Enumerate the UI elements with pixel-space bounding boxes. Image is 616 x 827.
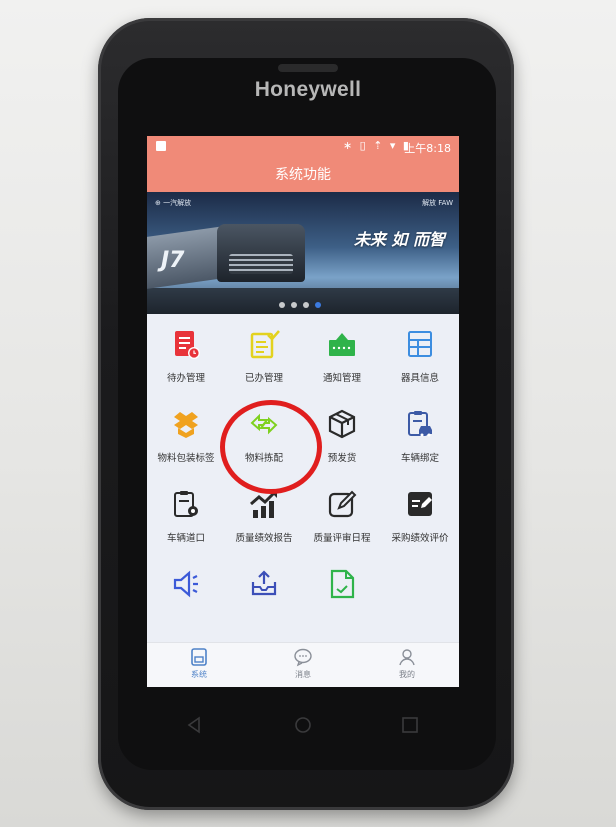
menu-item-todo[interactable]: 待办管理 [147,314,225,394]
menu-item-notice[interactable]: 通知管理 [303,314,381,394]
home-key-icon[interactable] [292,714,314,736]
menu-item-document[interactable] [303,554,381,634]
banner-carousel[interactable]: J7 ⊕ 一汽解放 解放 FAW 未来 如 而智 [147,192,459,314]
page-title: 系统功能 [147,158,459,192]
system-icon [191,648,207,666]
carousel-indicator[interactable] [279,302,329,310]
carousel-dot[interactable] [303,302,309,308]
tab-label: 消息 [295,670,311,679]
highlight-annotation-circle [220,400,322,494]
cube-box-icon [328,409,356,439]
status-time: 上午8:18 [404,142,451,155]
upload-tray-icon [251,570,277,596]
message-icon [294,648,312,667]
rating-card-icon [408,492,432,516]
menu-item-purchase-rating[interactable]: 采购绩效评价 [381,474,459,554]
menu-label: 质量绩效报告 [235,533,293,544]
carousel-dot[interactable] [279,302,285,308]
vehicle-gate-icon [174,491,198,517]
carousel-dot[interactable] [291,302,297,308]
tab-profile[interactable]: 我的 [355,647,459,687]
menu-label: 待办管理 [166,373,205,384]
menu-label: 车辆道口 [166,533,205,544]
menu-item-vehicle-binding[interactable]: 车辆绑定 [381,394,459,474]
speaker-icon [173,570,198,598]
edit-note-icon [328,490,357,518]
green-doc-icon [330,569,355,599]
tab-system[interactable]: 系统 [147,647,251,687]
tab-messages[interactable]: 消息 [251,647,355,687]
todo-doc-icon [175,331,200,359]
brand-logo: Honeywell [254,78,362,101]
package-box-icon [174,412,198,438]
menu-label: 物料包装标签 [157,453,215,464]
back-key-icon[interactable] [183,714,205,736]
done-doc-icon [250,330,280,359]
status-icons: ∗ ▯ ⇡ ▾ ▮ [342,139,411,152]
banner-brand-left: ⊕ 一汽解放 [155,199,192,207]
tab-label: 系统 [191,670,207,679]
bottom-tab-bar: 系统 消息 我的 [147,642,459,687]
menu-item-equipment[interactable]: 器具信息 [381,314,459,394]
earpiece-speaker [278,64,338,72]
android-nav-keys [147,706,459,746]
menu-item-vehicle-gate[interactable]: 车辆道口 [147,474,225,554]
menu-label: 车辆绑定 [400,453,439,464]
menu-label: 器具信息 [400,373,439,384]
profile-icon [399,649,415,666]
recents-key-icon[interactable] [399,714,421,736]
truck-grill [229,254,293,274]
menu-label: 采购绩效评价 [391,533,449,544]
notification-icon [156,141,166,151]
menu-item-quality-review[interactable]: 质量评审日程 [303,474,381,554]
notice-box-icon [329,333,355,356]
menu-item-package-label[interactable]: 物料包装标签 [147,394,225,474]
truck-model-label: J7 [161,248,185,273]
carousel-dot-active[interactable] [315,302,321,308]
menu-item-broadcast[interactable] [147,554,225,634]
equipment-form-icon [408,331,432,357]
menu-label: 已办管理 [244,373,283,384]
menu-label: 通知管理 [322,373,361,384]
status-bar: ∗ ▯ ⇡ ▾ ▮ 上午8:18 [147,136,459,158]
banner-road [147,288,459,314]
menu-label: 质量评审日程 [313,533,371,544]
banner-brand-right: 解放 FAW [422,199,453,207]
menu-item-done[interactable]: 已办管理 [225,314,303,394]
tab-label: 我的 [399,670,415,679]
menu-item-upload[interactable] [225,554,303,634]
truck-trailer [147,225,225,291]
vehicle-binding-icon [408,411,432,437]
banner-slogan: 未来 如 而智 [353,230,445,249]
